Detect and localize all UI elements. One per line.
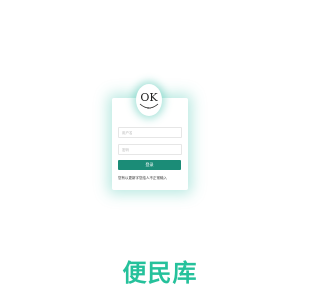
ok-logo: OK Go — [136, 84, 162, 116]
password-field[interactable] — [118, 144, 182, 155]
brand-wordmark: 便民库 — [122, 259, 198, 287]
password-input[interactable] — [119, 145, 181, 154]
logo-caption: Go — [147, 106, 151, 110]
login-notice-text: 您有以更新字您给人不正常输入 — [118, 176, 167, 180]
login-button[interactable]: 登录 — [118, 160, 181, 170]
username-field[interactable] — [118, 127, 182, 138]
logo-mark: OK — [140, 91, 158, 104]
username-input[interactable] — [119, 128, 181, 137]
ok-logo-graphic: OK Go — [139, 91, 158, 110]
